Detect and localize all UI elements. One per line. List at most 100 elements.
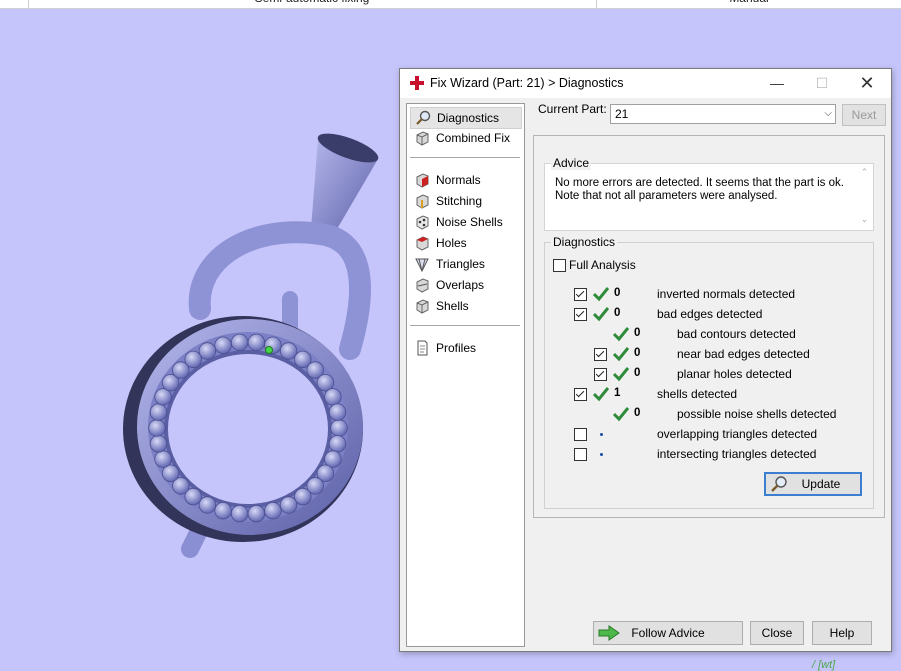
- bead: [148, 419, 166, 437]
- green-check-icon: [593, 287, 609, 302]
- bead: [324, 388, 342, 406]
- row-count: 0: [614, 287, 621, 299]
- minimize-button[interactable]: —: [755, 69, 799, 98]
- nav-item-diagnostics[interactable]: Diagnostics: [410, 107, 522, 129]
- current-part-value: 21: [615, 107, 629, 121]
- bead: [247, 504, 266, 523]
- near-bad-edges-checkbox[interactable]: [594, 348, 607, 361]
- manual-tab[interactable]: Manual: [597, 0, 901, 8]
- nav-item-combined-fix[interactable]: Combined Fix: [410, 128, 520, 148]
- bead: [294, 487, 312, 506]
- row-count: 0: [634, 407, 641, 419]
- scroll-up-icon[interactable]: ⌃: [857, 167, 872, 178]
- scroll-down-icon[interactable]: ⌄: [857, 214, 872, 225]
- top-toolbar: Semi-automatic fixing Manual: [0, 0, 901, 9]
- row-count: 0: [614, 307, 621, 319]
- inverted-normals-checkbox[interactable]: [574, 288, 587, 301]
- planar-holes-checkbox[interactable]: [594, 368, 607, 381]
- nav-item-profiles[interactable]: Profiles: [410, 338, 520, 358]
- row-label: bad edges detected: [657, 307, 763, 321]
- next-button[interactable]: Next: [842, 104, 886, 126]
- bead: [214, 336, 232, 355]
- wizard-nav: Diagnostics Combined Fix Normals Stitchi…: [406, 103, 525, 647]
- noise-shells-icon: [416, 215, 429, 230]
- nav-item-holes[interactable]: Holes: [410, 233, 520, 253]
- nav-item-triangles[interactable]: Triangles: [410, 254, 520, 274]
- document-icon: [417, 340, 428, 356]
- current-part-label: Current Part:: [538, 102, 607, 116]
- bead: [230, 504, 249, 523]
- nav-item-label: Noise Shells: [436, 215, 503, 229]
- row-label: possible noise shells detected: [677, 407, 837, 421]
- nav-item-shells[interactable]: Shells: [410, 296, 520, 316]
- advice-title: Advice: [551, 156, 592, 170]
- bead: [230, 333, 249, 352]
- advice-text: No more errors are detected. It seems th…: [555, 177, 845, 203]
- green-check-icon: [613, 327, 629, 342]
- diagnostics-title: Diagnostics: [551, 235, 618, 249]
- row-label: bad contours detected: [677, 327, 796, 341]
- cube-icon: [416, 131, 429, 146]
- green-check-icon: [613, 407, 629, 422]
- nav-item-label: Overlaps: [436, 278, 485, 292]
- bead: [264, 502, 282, 520]
- shells-checkbox[interactable]: [574, 388, 587, 401]
- row-count: 0: [634, 347, 641, 359]
- semi-automatic-fixing-tab[interactable]: Semi-automatic fixing: [28, 0, 597, 8]
- overlapping-triangles-checkbox[interactable]: [574, 428, 587, 441]
- pending-dot-icon: [600, 433, 603, 436]
- row-label: overlapping triangles detected: [657, 427, 818, 441]
- fix-wizard-dialog: Fix Wizard (Part: 21) > Diagnostics — ☐ …: [399, 68, 892, 652]
- bead: [247, 333, 266, 352]
- nav-divider: [410, 157, 520, 158]
- bead: [328, 435, 347, 453]
- triangles-icon: [415, 258, 429, 272]
- holes-cube-icon: [416, 236, 429, 251]
- shells-icon: [416, 299, 429, 314]
- bead: [149, 403, 168, 421]
- normals-cube-icon: [416, 173, 429, 188]
- magnifier-icon: [771, 476, 787, 492]
- nav-item-label: Normals: [436, 173, 481, 187]
- row-label: near bad edges detected: [677, 347, 810, 361]
- row-label: planar holes detected: [677, 367, 792, 381]
- follow-advice-label: Follow Advice: [631, 626, 705, 640]
- nav-item-label: Combined Fix: [436, 131, 511, 145]
- close-window-button[interactable]: ✕: [845, 69, 889, 98]
- intersecting-triangles-checkbox[interactable]: [574, 448, 587, 461]
- nav-item-normals[interactable]: Normals: [410, 170, 520, 190]
- diagnostics-panel: Advice No more errors are detected. It s…: [533, 135, 885, 518]
- advice-scrollbar[interactable]: ⌃ ⌄: [857, 165, 872, 227]
- maximize-button[interactable]: ☐: [800, 69, 844, 98]
- bead: [279, 342, 298, 360]
- bead: [198, 496, 217, 514]
- toolbar-left-cell: [0, 0, 29, 8]
- green-check-icon: [593, 307, 609, 322]
- nav-item-overlaps[interactable]: Overlaps: [410, 275, 520, 295]
- bead: [184, 350, 202, 369]
- nav-item-noise-shells[interactable]: Noise Shells: [410, 212, 520, 232]
- nav-item-label: Profiles: [436, 341, 477, 355]
- bead: [154, 450, 172, 468]
- stitching-cube-icon: [416, 194, 429, 209]
- dialog-titlebar[interactable]: Fix Wizard (Part: 21) > Diagnostics — ☐ …: [400, 69, 891, 98]
- advice-group: Advice No more errors are detected. It s…: [544, 156, 874, 231]
- pending-dot-icon: [600, 453, 603, 456]
- diagnostics-group: Diagnostics Full Analysis 0 inverted nor…: [544, 235, 874, 509]
- current-part-select[interactable]: 21 ⌵: [610, 104, 836, 124]
- full-analysis-checkbox[interactable]: [553, 259, 566, 272]
- nav-item-stitching[interactable]: Stitching: [410, 191, 520, 211]
- nav-item-label: Diagnostics: [437, 111, 500, 125]
- follow-advice-button[interactable]: Follow Advice: [593, 621, 743, 645]
- row-label: shells detected: [657, 387, 738, 401]
- bad-edges-checkbox[interactable]: [574, 308, 587, 321]
- magnifier-icon: [416, 110, 431, 125]
- help-button[interactable]: Help: [812, 621, 872, 645]
- bead: [328, 403, 347, 421]
- row-label: intersecting triangles detected: [657, 447, 817, 461]
- update-button[interactable]: Update: [764, 472, 862, 496]
- dialog-title: Fix Wizard (Part: 21) > Diagnostics: [430, 76, 624, 90]
- red-cross-icon: [410, 76, 424, 90]
- overlaps-icon: [416, 278, 429, 293]
- close-button[interactable]: Close: [750, 621, 804, 645]
